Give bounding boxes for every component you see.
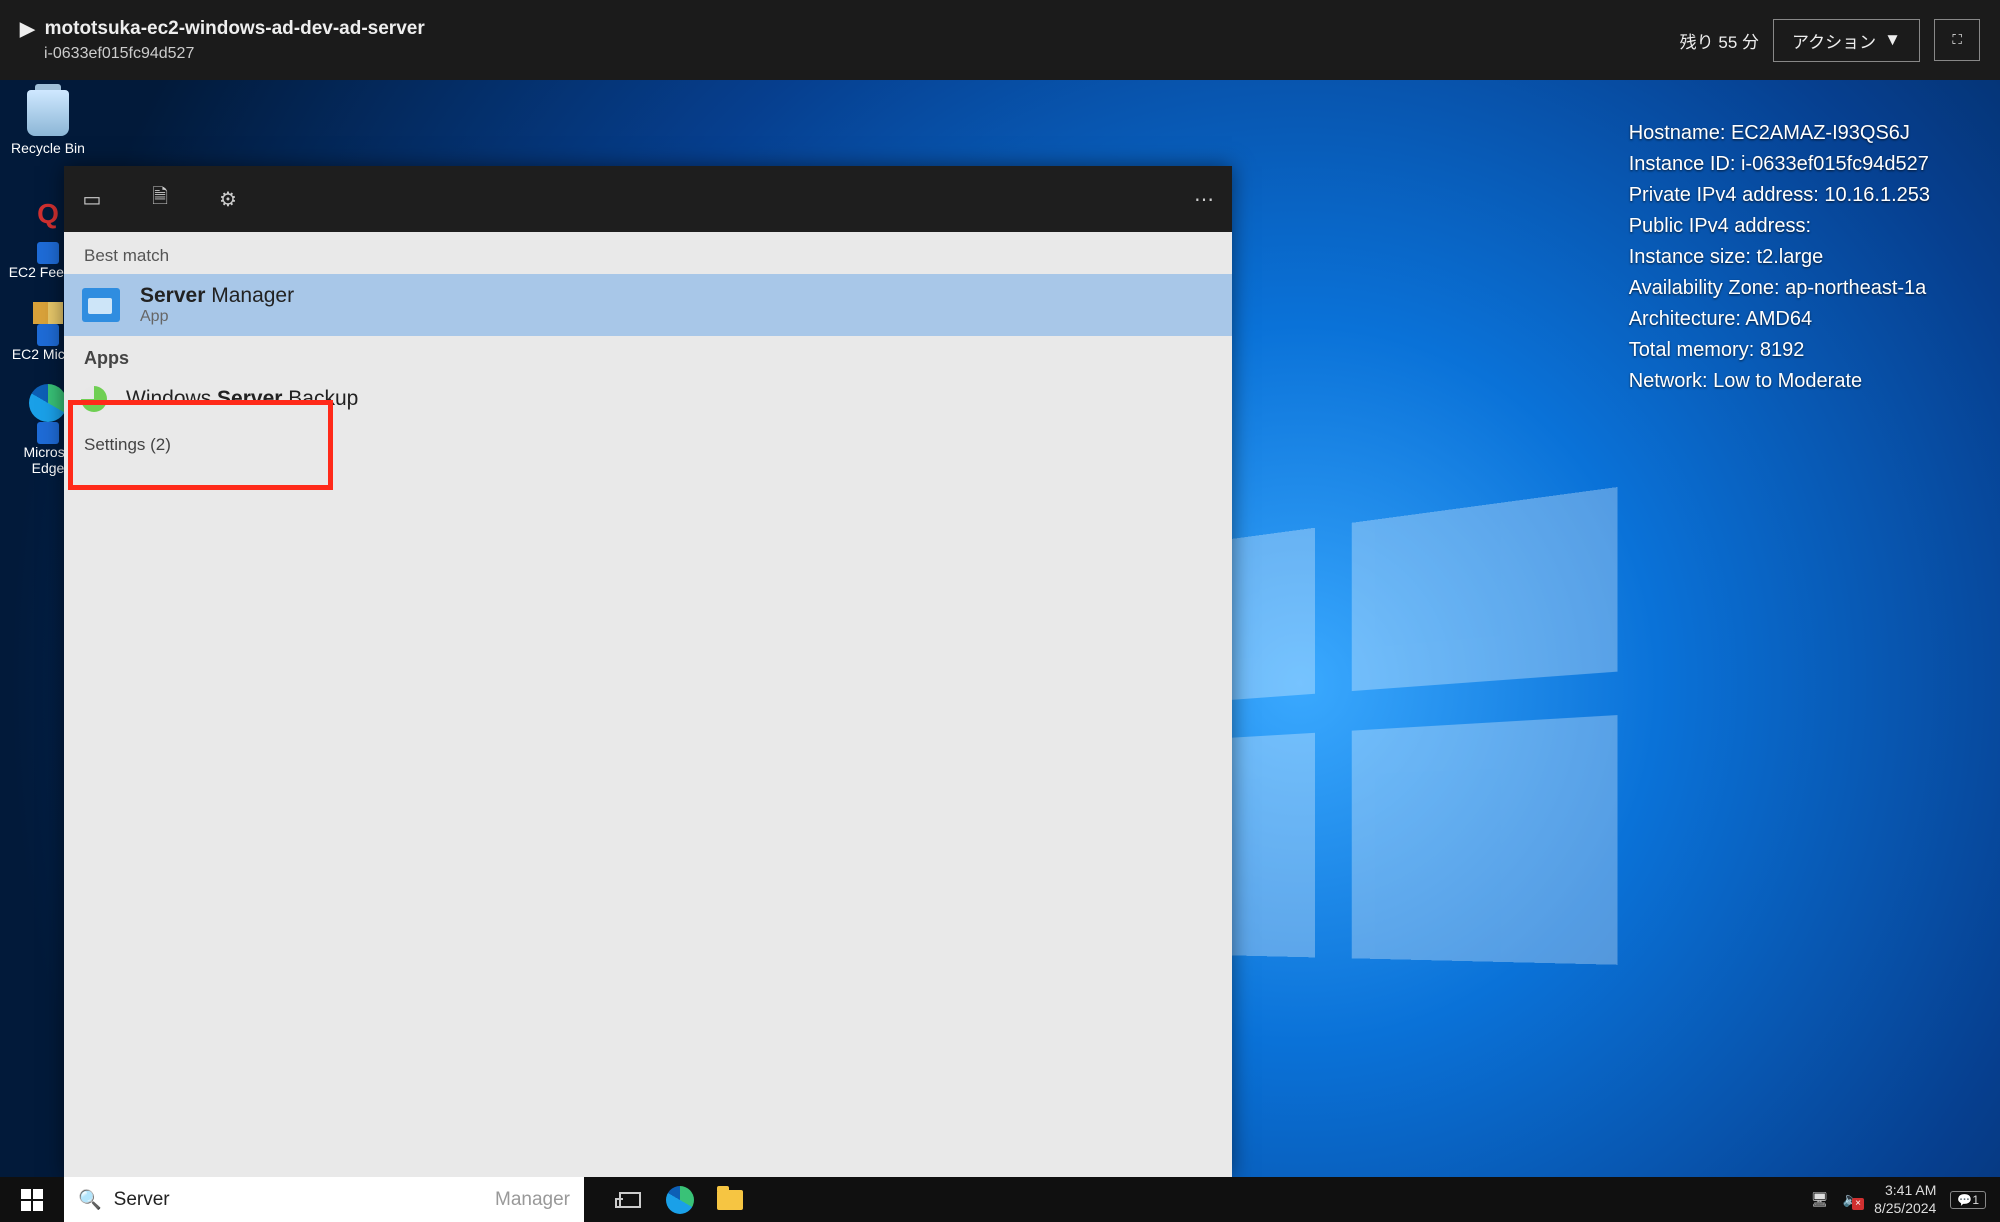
- edge-icon: [666, 1186, 694, 1214]
- taskbar-pinned: [584, 1177, 752, 1222]
- mute-badge: ×: [1852, 1198, 1864, 1210]
- shortcut-icon: [37, 422, 59, 444]
- arch-key: Architecture:: [1629, 308, 1741, 330]
- hostname-value: EC2AMAZ-I93QS6J: [1731, 122, 1910, 144]
- hostname-key: Hostname:: [1629, 122, 1726, 144]
- desktop[interactable]: Recycle Bin Q EC2 Feedba EC2 Micros Micr…: [0, 80, 2000, 1177]
- tray-time: 3:41 AM: [1874, 1182, 1936, 1200]
- instance-info-overlay: Hostname: EC2AMAZ-I93QS6J Instance ID: i…: [1629, 118, 1930, 397]
- tray-date: 8/25/2024: [1874, 1200, 1936, 1218]
- fullscreen-icon: ⛶: [1952, 32, 1961, 48]
- instanceid-key: Instance ID:: [1629, 153, 1736, 175]
- folder-icon: [717, 1190, 743, 1210]
- filter-all-icon[interactable]: ▭: [80, 187, 104, 211]
- result-subtitle: App: [140, 308, 294, 326]
- topbar-right: 残り 55 分 アクション ▼ ⛶: [1680, 19, 1980, 62]
- result-text: Server Manager App: [140, 284, 294, 326]
- session-topbar: ▶ mototsuka-ec2-windows-ad-dev-ad-server…: [0, 0, 2000, 80]
- result-windows-server-backup[interactable]: Windows Server Backup: [64, 375, 1232, 423]
- search-icon: 🔍: [78, 1188, 102, 1212]
- tray-clock[interactable]: 3:41 AM 8/25/2024: [1874, 1182, 1936, 1217]
- mem-value: 8192: [1760, 339, 1805, 361]
- action-dropdown[interactable]: アクション ▼: [1773, 19, 1920, 62]
- wsb-title: Windows Server Backup: [126, 387, 358, 411]
- more-icon[interactable]: ⋯: [1192, 187, 1216, 211]
- session-title[interactable]: ▶ mototsuka-ec2-windows-ad-dev-ad-server: [20, 18, 425, 41]
- session-timer: 残り 55 分: [1680, 28, 1759, 53]
- fullscreen-button[interactable]: ⛶: [1934, 19, 1980, 61]
- chevron-down-icon: ▼: [1884, 30, 1901, 50]
- session-title-text: mototsuka-ec2-windows-ad-dev-ad-server: [45, 18, 425, 40]
- result-title: Server Manager: [140, 284, 294, 308]
- topbar-left: ▶ mototsuka-ec2-windows-ad-dev-ad-server…: [20, 18, 425, 63]
- best-match-header: Best match: [64, 232, 1232, 274]
- filter-settings-icon[interactable]: ⚙: [216, 187, 240, 211]
- windows-icon: [21, 1189, 43, 1211]
- session-subtitle: i-0633ef015fc94d527: [44, 45, 425, 63]
- shortcut-icon: [37, 242, 59, 264]
- privateip-key: Private IPv4 address:: [1629, 184, 1819, 206]
- start-search-panel: ▭ 🗎 ⚙ ⋯ Best match Server Manager App Ap…: [64, 166, 1232, 1177]
- filter-documents-icon[interactable]: 🗎: [148, 187, 172, 211]
- search-ghost-text: Manager: [495, 1189, 570, 1211]
- task-view-icon: [619, 1192, 641, 1208]
- instanceid-value: i-0633ef015fc94d527: [1741, 153, 1929, 175]
- tray-volume-icon[interactable]: 🔈×: [1843, 1191, 1860, 1208]
- task-view-button[interactable]: [608, 1177, 652, 1222]
- size-value: t2.large: [1757, 246, 1824, 268]
- recycle-bin-icon: [27, 90, 69, 136]
- shortcut-icon: [37, 324, 59, 346]
- net-value: Low to Moderate: [1713, 370, 1862, 392]
- taskbar-file-explorer[interactable]: [708, 1177, 752, 1222]
- result-server-manager[interactable]: Server Manager App: [64, 274, 1232, 336]
- arch-value: AMD64: [1745, 308, 1812, 330]
- privateip-value: 10.16.1.253: [1824, 184, 1930, 206]
- notif-count: 1: [1972, 1193, 1979, 1207]
- recycle-bin-label: Recycle Bin: [8, 140, 88, 156]
- az-key: Availability Zone:: [1629, 277, 1780, 299]
- size-key: Instance size:: [1629, 246, 1751, 268]
- taskbar: 🔍 Manager 🖥 🔈× 3:41 AM 8/25/2024 💬1: [0, 1177, 2000, 1222]
- mem-key: Total memory:: [1629, 339, 1755, 361]
- tray-notifications[interactable]: 💬1: [1950, 1191, 1986, 1209]
- settings-results[interactable]: Settings (2): [64, 423, 1232, 461]
- wsb-icon: [80, 385, 108, 413]
- system-tray: 🖥 🔈× 3:41 AM 8/25/2024 💬1: [1811, 1177, 2000, 1222]
- search-panel-header: ▭ 🗎 ⚙ ⋯: [64, 166, 1232, 232]
- apps-header: Apps: [64, 336, 1232, 375]
- play-icon: ▶: [20, 18, 35, 41]
- net-key: Network:: [1629, 370, 1708, 392]
- az-value: ap-northeast-1a: [1785, 277, 1926, 299]
- recycle-bin[interactable]: Recycle Bin: [8, 90, 88, 156]
- publicip-key: Public IPv4 address:: [1629, 215, 1811, 237]
- taskbar-search[interactable]: 🔍 Manager: [64, 1177, 584, 1222]
- server-manager-icon: [80, 284, 122, 326]
- taskbar-edge[interactable]: [658, 1177, 702, 1222]
- start-button[interactable]: [0, 1177, 64, 1222]
- tray-network-icon[interactable]: 🖥: [1811, 1191, 1829, 1208]
- action-label: アクション: [1792, 28, 1876, 53]
